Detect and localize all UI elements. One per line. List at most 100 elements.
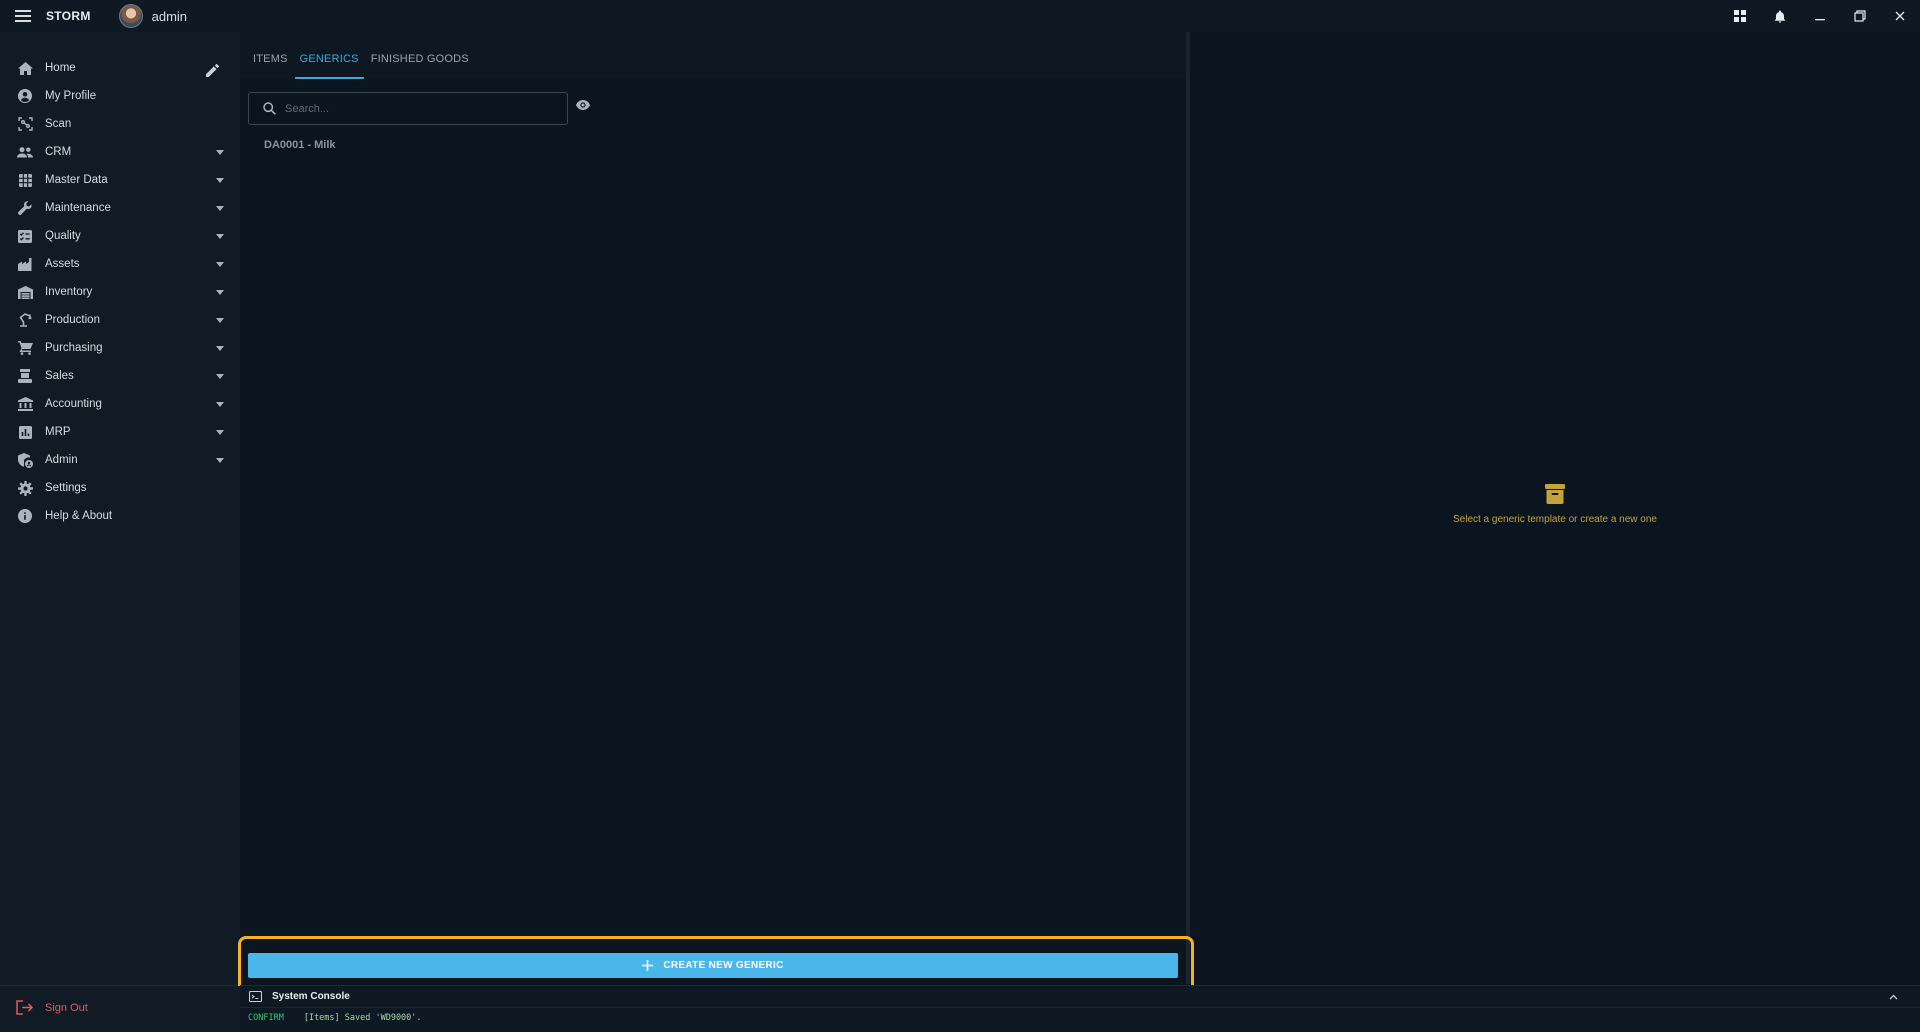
chevron-down-icon[interactable]	[216, 430, 224, 435]
sidebar-item-label: Accounting	[45, 398, 102, 410]
sidebar-item-accounting[interactable]: Accounting	[0, 390, 240, 418]
sidebar-item-assets[interactable]: Assets	[0, 250, 240, 278]
create-new-generic-button[interactable]: CREATE NEW GENERIC	[248, 953, 1178, 978]
sidebar-item-admin[interactable]: Admin	[0, 446, 240, 474]
sidebar-item-production[interactable]: Production	[0, 306, 240, 334]
empty-state: Select a generic template or create a ne…	[1190, 482, 1920, 525]
sidebar-item-maintenance[interactable]: Maintenance	[0, 194, 240, 222]
chevron-down-icon[interactable]	[216, 206, 224, 211]
list-item[interactable]: DA0001 - Milk	[264, 139, 336, 153]
sidebar-item-label: Help & About	[45, 510, 113, 522]
terminal-icon	[249, 991, 262, 1002]
home-icon	[16, 59, 34, 77]
sidebar-item-label: Sales	[45, 370, 74, 382]
chevron-down-icon[interactable]	[216, 234, 224, 239]
bar-chart-icon	[16, 423, 34, 441]
info-icon	[16, 507, 34, 525]
search-input[interactable]	[285, 102, 545, 115]
chevron-down-icon[interactable]	[216, 150, 224, 155]
log-level: CONFIRM	[248, 1013, 284, 1023]
close-icon[interactable]	[1880, 0, 1920, 32]
app-name: STORM	[46, 9, 91, 23]
bell-icon[interactable]	[1760, 0, 1800, 32]
sidebar-item-label: Maintenance	[45, 202, 111, 214]
admin-shield-icon	[16, 451, 34, 469]
cart-icon	[16, 339, 34, 357]
console-header[interactable]: System Console	[240, 986, 1920, 1008]
chevron-down-icon[interactable]	[216, 178, 224, 183]
sidebar: Home My Profile Scan CRM Master Data Mai…	[0, 32, 240, 1032]
sidebar-item-home[interactable]: Home	[0, 54, 240, 82]
chevron-down-icon[interactable]	[216, 402, 224, 407]
sidebar-item-label: Purchasing	[45, 342, 103, 354]
sidebar-item-crm[interactable]: CRM	[0, 138, 240, 166]
sidebar-item-scan[interactable]: Scan	[0, 110, 240, 138]
register-icon	[16, 367, 34, 385]
chevron-down-icon[interactable]	[216, 346, 224, 351]
sidebar-item-label: MRP	[45, 426, 71, 438]
factory-icon	[16, 255, 34, 273]
system-console: System Console CONFIRM [Items] Saved 'WD9…	[240, 985, 1920, 1032]
eye-icon[interactable]	[576, 100, 590, 110]
sign-out-label: Sign Out	[45, 1001, 88, 1014]
log-message: [Items] Saved 'WD9000'.	[303, 1013, 422, 1023]
console-log-line: CONFIRM [Items] Saved 'WD9000'.	[240, 1008, 1920, 1023]
sidebar-item-help-about[interactable]: Help & About	[0, 502, 240, 530]
chevron-down-icon[interactable]	[216, 262, 224, 267]
empty-state-message: Select a generic template or create a ne…	[1452, 514, 1657, 525]
chevron-down-icon[interactable]	[216, 290, 224, 295]
grid-icon	[16, 171, 34, 189]
chevron-down-icon[interactable]	[216, 458, 224, 463]
plus-icon	[642, 960, 654, 971]
generics-list: DA0001 - Milk	[264, 139, 336, 153]
sidebar-item-label: My Profile	[45, 90, 97, 102]
sidebar-item-label: Admin	[45, 454, 78, 466]
warehouse-icon	[16, 283, 34, 301]
hamburger-menu-icon[interactable]	[0, 0, 46, 32]
checklist-icon	[16, 227, 34, 245]
sidebar-item-inventory[interactable]: Inventory	[0, 278, 240, 306]
sidebar-item-label: Scan	[45, 118, 72, 130]
sidebar-item-sales[interactable]: Sales	[0, 362, 240, 390]
search-field[interactable]	[248, 92, 568, 125]
sidebar-item-settings[interactable]: Settings	[0, 474, 240, 502]
sidebar-item-label: Assets	[45, 258, 80, 270]
sign-out-button[interactable]: Sign Out	[16, 1000, 88, 1015]
account-circle-icon	[16, 87, 34, 105]
sidebar-item-label: Home	[45, 62, 76, 74]
user-name[interactable]: admin	[152, 9, 187, 24]
sidebar-item-label: CRM	[45, 146, 72, 158]
logout-icon	[16, 1000, 34, 1015]
sidebar-item-label: Settings	[45, 482, 87, 494]
maximize-icon[interactable]	[1840, 0, 1880, 32]
tab-finished-goods[interactable]: FINISHED GOODS	[366, 53, 474, 79]
avatar[interactable]	[118, 4, 143, 28]
robot-arm-icon	[16, 311, 34, 329]
sidebar-item-label: Quality	[45, 230, 81, 242]
people-icon	[16, 143, 34, 161]
sidebar-divider	[0, 985, 240, 986]
sidebar-item-label: Inventory	[45, 286, 93, 298]
sidebar-item-quality[interactable]: Quality	[0, 222, 240, 250]
archive-box-icon	[1543, 482, 1567, 506]
detail-pane: Select a generic template or create a ne…	[1190, 32, 1920, 984]
chevron-down-icon[interactable]	[216, 374, 224, 379]
apps-grid-icon[interactable]	[1720, 0, 1760, 32]
tab-bar: ITEMS GENERICS FINISHED GOODS	[240, 32, 1188, 80]
bank-icon	[16, 395, 34, 413]
create-button-label: CREATE NEW GENERIC	[663, 960, 784, 971]
console-title: System Console	[272, 991, 350, 1002]
sidebar-item-label: Production	[45, 314, 100, 326]
sidebar-item-master-data[interactable]: Master Data	[0, 166, 240, 194]
sidebar-item-mrp[interactable]: MRP	[0, 418, 240, 446]
generics-panel: ITEMS GENERICS FINISHED GOODS DA0001 - M…	[240, 32, 1188, 984]
sidebar-item-purchasing[interactable]: Purchasing	[0, 334, 240, 362]
search-icon	[263, 102, 276, 115]
chevron-up-icon[interactable]	[1889, 994, 1898, 1000]
sidebar-item-my-profile[interactable]: My Profile	[0, 82, 240, 110]
chevron-down-icon[interactable]	[216, 318, 224, 323]
minimize-icon[interactable]	[1800, 0, 1840, 32]
title-bar: STORM admin	[0, 0, 1920, 32]
tab-items[interactable]: ITEMS	[248, 53, 293, 79]
tab-generics[interactable]: GENERICS	[294, 53, 364, 79]
